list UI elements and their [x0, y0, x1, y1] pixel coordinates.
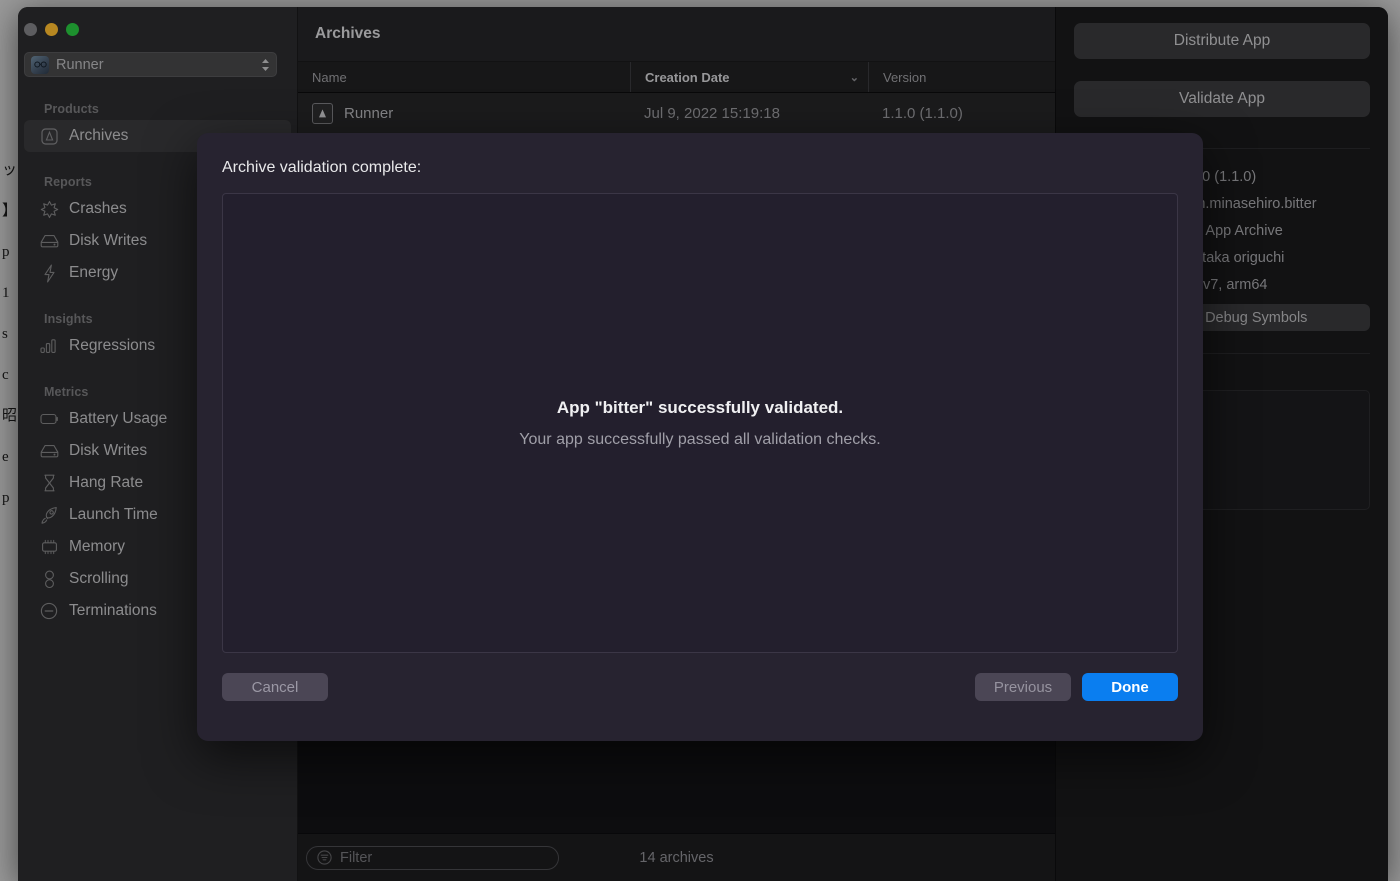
cancel-button[interactable]: Cancel: [222, 673, 328, 701]
validation-dialog: Archive validation complete: App "bitter…: [197, 133, 1203, 741]
dialog-result-area: App "bitter" successfully validated. You…: [222, 193, 1178, 653]
validation-result-headline: App "bitter" successfully validated.: [556, 397, 844, 417]
previous-button[interactable]: Previous: [975, 673, 1071, 701]
dialog-button-bar: Cancel Previous Done: [222, 653, 1178, 721]
dialog-title: Archive validation complete:: [222, 159, 422, 176]
validation-result-subtext: Your app successfully passed all validat…: [519, 430, 881, 448]
done-button[interactable]: Done: [1082, 673, 1178, 701]
screen-root: ッ 】 p 1 s c 昭 e p Runner Products Archiv…: [0, 0, 1400, 881]
